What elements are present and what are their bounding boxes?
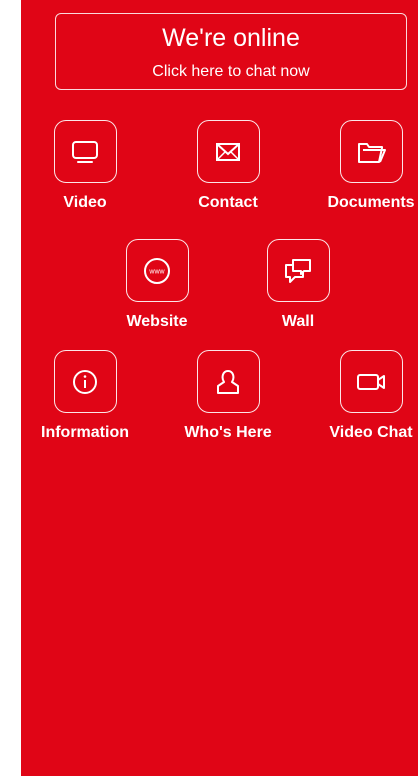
info-icon [73,369,97,394]
envelope-icon [216,142,240,161]
chat-banner-title: We're online [162,24,300,52]
www-icon-text: www [148,268,165,275]
website-tile-icon-frame: www [125,239,189,302]
folder-icon [358,142,386,163]
tile-contact[interactable]: Contact [173,120,283,212]
tile-documents[interactable]: Documents [316,120,418,212]
information-tile-icon-frame [53,350,117,413]
chat-bubbles-icon [285,258,311,283]
chat-banner-subtitle: Click here to chat now [152,63,310,80]
www-globe-icon: www [144,257,170,284]
tile-video-label: Video [63,194,107,211]
side-panel: We're online Click here to chat now Vide… [21,0,418,776]
monitor-icon [72,140,98,163]
chat-now-button[interactable]: We're online Click here to chat now [55,13,407,90]
whos-here-tile-icon-frame [196,350,260,413]
tile-whos-here[interactable]: Who's Here [173,350,283,442]
tile-video[interactable]: Video [30,120,140,212]
tile-wall-label: Wall [281,313,315,330]
video-camera-icon [357,373,385,390]
tile-documents-label: Documents [327,194,415,211]
tile-website-label: Website [126,313,188,330]
tile-website[interactable]: www Website [102,239,212,331]
video-chat-tile-icon-frame [339,350,403,413]
tile-information[interactable]: Information [30,350,140,442]
tile-contact-label: Contact [198,194,258,211]
wall-tile-icon-frame [266,239,330,302]
tile-information-label: Information [41,424,129,441]
tile-wall[interactable]: Wall [243,239,353,331]
contact-tile-icon-frame [196,120,260,183]
person-icon [217,369,239,394]
tile-whos-here-label: Who's Here [184,424,272,441]
video-tile-icon-frame [53,120,117,183]
tile-video-chat[interactable]: Video Chat [316,350,418,442]
documents-tile-icon-frame [339,120,403,183]
tile-video-chat-label: Video Chat [329,424,413,441]
